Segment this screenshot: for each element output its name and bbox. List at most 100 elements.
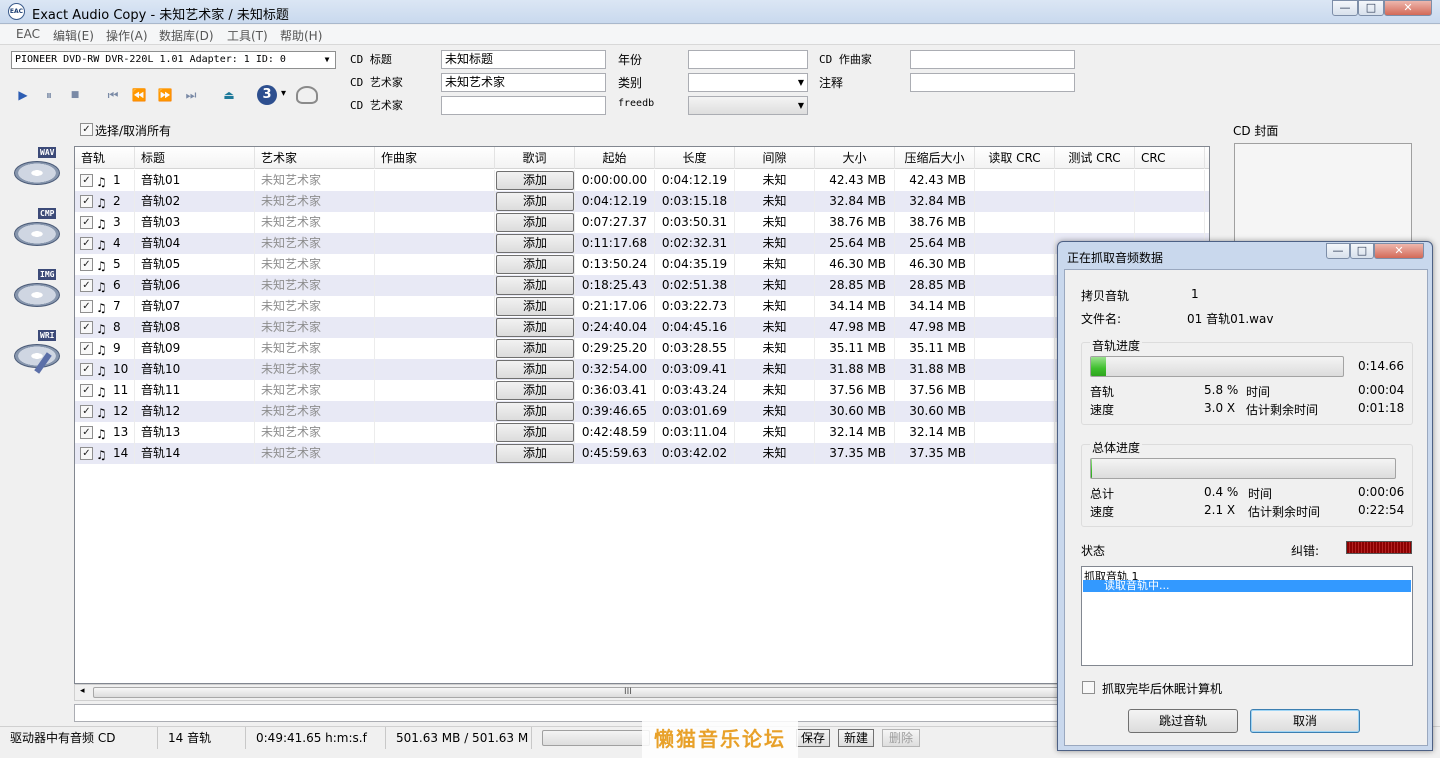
track-checkbox[interactable]: ✓ [80,237,93,250]
track-composer[interactable] [375,233,495,254]
track-title[interactable]: 音轨04 [135,233,255,254]
col-gap[interactable]: 间隙 [735,147,815,169]
track-artist[interactable]: 未知艺术家 [255,338,375,359]
menu-tools[interactable]: 工具(T) [227,27,268,44]
track-artist[interactable]: 未知艺术家 [255,275,375,296]
add-lyrics-button[interactable]: 添加 [496,339,574,358]
track-title[interactable]: 音轨05 [135,254,255,275]
dialog-maximize-button[interactable]: □ [1350,243,1374,259]
track-composer[interactable] [375,401,495,422]
track-artist[interactable]: 未知艺术家 [255,401,375,422]
add-lyrics-button[interactable]: 添加 [496,171,574,190]
hibernate-checkbox[interactable] [1082,681,1095,694]
skip-track-button[interactable]: 跳过音轨 [1128,709,1238,733]
track-checkbox[interactable]: ✓ [80,447,93,460]
scroll-left-icon[interactable]: ◂ [80,686,85,696]
col-length[interactable]: 长度 [655,147,735,169]
track-title[interactable]: 音轨13 [135,422,255,443]
track-artist[interactable]: 未知艺术家 [255,317,375,338]
menu-help[interactable]: 帮助(H) [280,27,322,44]
track-cell[interactable]: ✓ ♫ 6 [75,275,135,296]
col-track[interactable]: 音轨 [75,147,135,169]
col-size[interactable]: 大小 [815,147,895,169]
col-extra[interactable]: S [1205,147,1209,169]
track-artist[interactable]: 未知艺术家 [255,296,375,317]
add-lyrics-button[interactable]: 添加 [496,318,574,337]
status-list[interactable]: 抓取音轨 1 读取音轨中... [1081,566,1413,666]
horizontal-scrollbar[interactable]: ◂ III [74,684,1210,701]
close-button[interactable]: ✕ [1384,0,1432,16]
table-row[interactable]: ✓ ♫ 14 音轨14 未知艺术家 添加 0:45:59.63 0:03:42.02 未知 37.… [75,443,1209,464]
track-composer[interactable] [375,338,495,359]
col-start[interactable]: 起始 [575,147,655,169]
track-composer[interactable] [375,359,495,380]
track-checkbox[interactable]: ✓ [80,174,93,187]
track-checkbox[interactable]: ✓ [80,363,93,376]
track-title[interactable]: 音轨03 [135,212,255,233]
dialog-close-button[interactable]: ✕ [1374,243,1424,259]
track-composer[interactable] [375,422,495,443]
track-title[interactable]: 音轨11 [135,380,255,401]
track-cell[interactable]: ✓ ♫ 10 [75,359,135,380]
minimize-button[interactable]: — [1332,0,1358,16]
track-cell[interactable]: ✓ ♫ 8 [75,317,135,338]
write-cd-icon[interactable]: WRI [14,330,64,378]
comment-field[interactable] [910,73,1075,92]
stop-icon[interactable]: ■ [67,88,83,104]
track-cell[interactable]: ✓ ♫ 9 [75,338,135,359]
table-row[interactable]: ✓ ♫ 10 音轨10 未知艺术家 添加 0:32:54.00 0:03:09.41 未知 31.… [75,359,1209,380]
track-artist[interactable]: 未知艺术家 [255,191,375,212]
track-artist[interactable]: 未知艺术家 [255,359,375,380]
table-row[interactable]: ✓ ♫ 4 音轨04 未知艺术家 添加 0:11:17.68 0:02:32.31 未知 25.6… [75,233,1209,254]
add-lyrics-button[interactable]: 添加 [496,381,574,400]
col-read-crc[interactable]: 读取 CRC [975,147,1055,169]
speed-dropdown-icon[interactable]: ▾ [281,88,286,99]
speed-badge[interactable]: 3 [257,85,277,105]
track-title[interactable]: 音轨01 [135,170,255,191]
add-lyrics-button[interactable]: 添加 [496,276,574,295]
add-lyrics-button[interactable]: 添加 [496,444,574,463]
rewind-icon[interactable]: ⏪ [131,88,147,104]
track-cell[interactable]: ✓ ♫ 1 [75,170,135,191]
track-checkbox[interactable]: ✓ [80,321,93,334]
lyrics-edit-field[interactable] [74,704,1064,722]
add-lyrics-button[interactable]: 添加 [496,402,574,421]
first-track-icon[interactable]: ⏮ [105,88,121,104]
track-composer[interactable] [375,275,495,296]
table-row[interactable]: ✓ ♫ 2 音轨02 未知艺术家 添加 0:04:12.19 0:03:15.18 未知 32.8… [75,191,1209,212]
table-row[interactable]: ✓ ♫ 7 音轨07 未知艺术家 添加 0:21:17.06 0:03:22.73 未知 34.1… [75,296,1209,317]
chevron-down-icon[interactable]: ▼ [798,97,804,114]
menu-action[interactable]: 操作(A) [106,27,148,44]
track-artist[interactable]: 未知艺术家 [255,233,375,254]
cover-image-box[interactable] [1234,143,1412,243]
lock-drive-icon[interactable] [296,86,318,104]
track-cell[interactable]: ✓ ♫ 14 [75,443,135,464]
track-cell[interactable]: ✓ ♫ 4 [75,233,135,254]
col-crc[interactable]: CRC [1135,147,1205,169]
track-cell[interactable]: ✓ ♫ 5 [75,254,135,275]
track-title[interactable]: 音轨07 [135,296,255,317]
add-lyrics-button[interactable]: 添加 [496,192,574,211]
table-row[interactable]: ✓ ♫ 9 音轨09 未知艺术家 添加 0:29:25.20 0:03:28.55 未知 35.1… [75,338,1209,359]
chevron-down-icon[interactable]: ▼ [319,52,335,68]
track-checkbox[interactable]: ✓ [80,405,93,418]
add-lyrics-button[interactable]: 添加 [496,255,574,274]
track-cell[interactable]: ✓ ♫ 12 [75,401,135,422]
track-title[interactable]: 音轨10 [135,359,255,380]
track-title[interactable]: 音轨08 [135,317,255,338]
play-icon[interactable]: ▶ [15,88,31,104]
col-compressed-size[interactable]: 压缩后大小 [895,147,975,169]
status-line-selected[interactable]: 读取音轨中... [1083,580,1411,592]
new-button[interactable]: 新建 [838,729,874,747]
cd-artist-field[interactable]: 未知艺术家 [441,73,606,92]
track-checkbox[interactable]: ✓ [80,300,93,313]
copy-wav-icon[interactable]: WAV [14,147,64,195]
track-title[interactable]: 音轨14 [135,443,255,464]
table-row[interactable]: ✓ ♫ 3 音轨03 未知艺术家 添加 0:07:27.37 0:03:50.31 未知 38.7… [75,212,1209,233]
table-row[interactable]: ✓ ♫ 5 音轨05 未知艺术家 添加 0:13:50.24 0:04:35.19 未知 46.3… [75,254,1209,275]
col-test-crc[interactable]: 测试 CRC [1055,147,1135,169]
col-artist[interactable]: 艺术家 [255,147,375,169]
track-checkbox[interactable]: ✓ [80,426,93,439]
menu-eac[interactable]: EAC [16,27,40,41]
track-checkbox[interactable]: ✓ [80,342,93,355]
